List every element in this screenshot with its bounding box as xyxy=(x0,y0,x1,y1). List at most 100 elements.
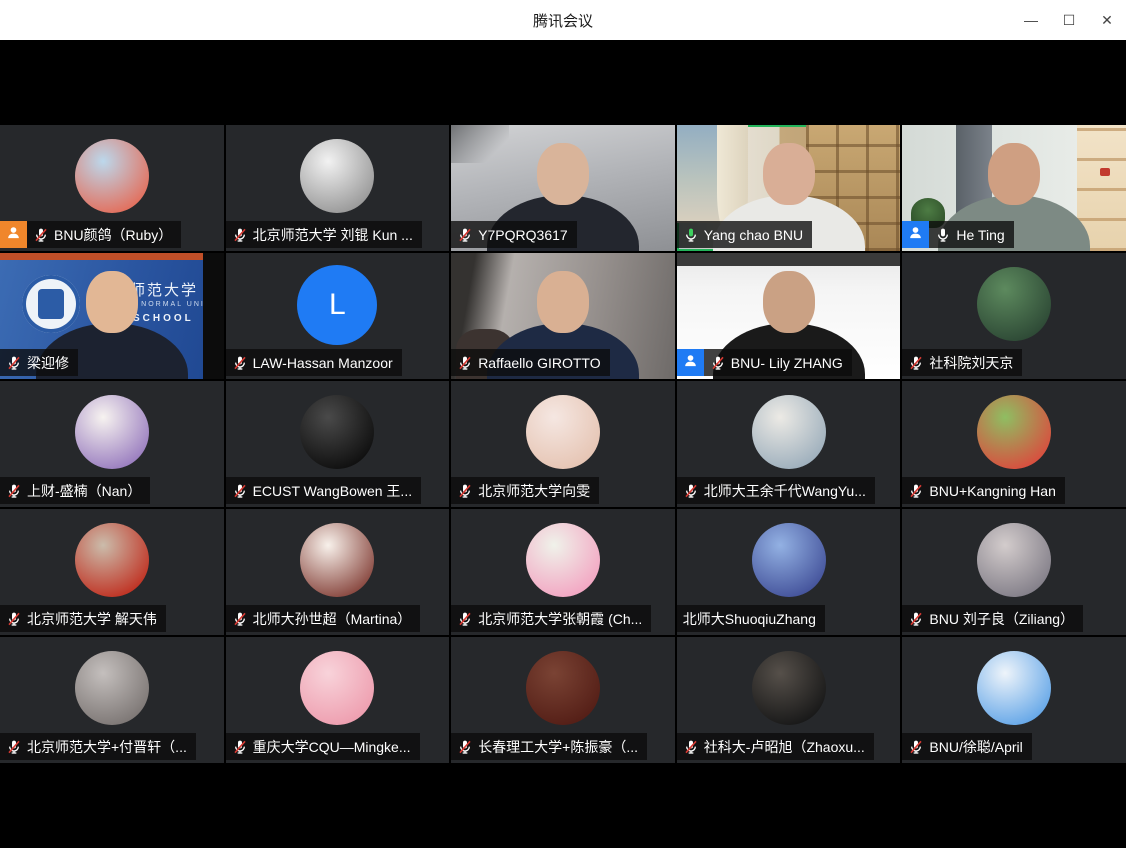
mic-on-icon xyxy=(935,227,951,243)
minimize-button[interactable]: — xyxy=(1012,0,1050,40)
mic-muted-icon xyxy=(457,227,473,243)
participant-avatar xyxy=(977,395,1051,469)
participant-tile[interactable]: BNU/徐聪/April xyxy=(902,637,1126,763)
participant-tile[interactable]: BNU 刘子良（Ziliang） xyxy=(902,509,1126,635)
participant-tile[interactable]: Y7PQRQ3617 xyxy=(451,125,675,251)
participant-tile[interactable]: Raffaello GIROTTO xyxy=(451,253,675,379)
participant-avatar xyxy=(977,523,1051,597)
participant-name: Raffaello GIROTTO xyxy=(478,355,600,371)
window-controls: — ☐ ✕ xyxy=(1012,0,1126,40)
mic-muted-icon xyxy=(683,739,699,755)
maximize-button[interactable]: ☐ xyxy=(1050,0,1088,40)
participant-tile[interactable]: BNU+Kangning Han xyxy=(902,381,1126,507)
participant-label-bar: BNU颜鸽（Ruby） xyxy=(0,221,181,248)
participant-nameplate: 北京师范大学向雯 xyxy=(451,477,599,504)
participant-avatar xyxy=(75,139,149,213)
university-logo xyxy=(22,275,80,333)
participant-name: BNU- Lily ZHANG xyxy=(731,355,843,371)
mic-muted-icon xyxy=(457,739,473,755)
participant-tile[interactable]: 北师大ShuoqiuZhang xyxy=(677,509,901,635)
participant-label-bar: 长春理工大学+陈振豪（... xyxy=(451,733,647,760)
participant-label-bar: 北师大王余千代WangYu... xyxy=(677,477,875,504)
mic-muted-icon xyxy=(457,355,473,371)
window-title: 腾讯会议 xyxy=(533,10,593,31)
participant-nameplate: 社科大-卢昭旭（Zhaoxu... xyxy=(677,733,874,760)
participant-avatar xyxy=(300,651,374,725)
background-edge xyxy=(203,253,223,379)
participant-label-bar: 北京师范大学+付晋轩（... xyxy=(0,733,196,760)
participant-tile[interactable]: 上财-盛楠（Nan） xyxy=(0,381,224,507)
participant-tile[interactable]: 长春理工大学+陈振豪（... xyxy=(451,637,675,763)
mic-muted-icon xyxy=(232,483,248,499)
participant-avatar xyxy=(300,139,374,213)
mic-muted-icon xyxy=(457,611,473,627)
participant-label-bar: 北师大ShuoqiuZhang xyxy=(677,605,825,632)
title-bar: 腾讯会议 — ☐ ✕ xyxy=(0,0,1126,40)
participant-nameplate: 北京师范大学 刘锟 Kun ... xyxy=(226,221,422,248)
participant-nameplate: 长春理工大学+陈振豪（... xyxy=(451,733,647,760)
participant-avatar xyxy=(526,395,600,469)
participant-name: BNU+Kangning Han xyxy=(929,483,1055,499)
user-badge xyxy=(902,221,929,248)
participant-label-bar: Yang chao BNU xyxy=(677,221,812,248)
mic-muted-icon xyxy=(232,739,248,755)
participant-nameplate: 北师大孙世超（Martina） xyxy=(226,605,421,632)
participant-tile[interactable]: 北京师范大学 刘锟 Kun ... xyxy=(226,125,450,251)
participant-name: BNU 刘子良（Ziliang） xyxy=(929,609,1074,629)
participant-name: 北师大ShuoqiuZhang xyxy=(683,609,816,629)
mic-muted-icon xyxy=(683,483,699,499)
participant-label-bar: BNU- Lily ZHANG xyxy=(677,349,852,376)
participant-tile[interactable]: 北京师范大学+付晋轩（... xyxy=(0,637,224,763)
user-badge xyxy=(677,349,704,376)
video-feed-face xyxy=(763,143,815,205)
mic-muted-icon xyxy=(6,739,22,755)
participant-name: Y7PQRQ3617 xyxy=(478,227,568,243)
participant-tile[interactable]: 北师大孙世超（Martina） xyxy=(226,509,450,635)
participant-name: 北京师范大学 解天伟 xyxy=(27,609,157,629)
participant-tile[interactable]: BNU颜鸽（Ruby） xyxy=(0,125,224,251)
red-figurine xyxy=(1100,168,1110,176)
participant-nameplate: 北京师范大学+付晋轩（... xyxy=(0,733,196,760)
participant-tile[interactable]: 北京师范大学向雯 xyxy=(451,381,675,507)
participant-label-bar: 北京师范大学 解天伟 xyxy=(0,605,166,632)
participant-label-bar: BNU+Kangning Han xyxy=(902,477,1064,504)
participant-tile[interactable]: LLAW-Hassan Manzoor xyxy=(226,253,450,379)
participant-name: He Ting xyxy=(956,227,1004,243)
participant-tile[interactable]: 北京师范大学张朝霞 (Ch... xyxy=(451,509,675,635)
participant-avatar xyxy=(977,651,1051,725)
participant-nameplate: 北师大ShuoqiuZhang xyxy=(677,605,825,632)
participant-tile[interactable]: 北京师范大学 解天伟 xyxy=(0,509,224,635)
participant-grid: BNU颜鸽（Ruby） 北京师范大学 刘锟 Kun ... Y7PQRQ3617 Ya… xyxy=(0,125,1126,763)
participant-nameplate: ECUST WangBowen 王... xyxy=(226,477,422,504)
mic-muted-icon xyxy=(710,355,726,371)
participant-nameplate: Raffaello GIROTTO xyxy=(451,349,609,376)
close-button[interactable]: ✕ xyxy=(1088,0,1126,40)
participant-nameplate: 重庆大学CQU—Mingke... xyxy=(226,733,420,760)
participant-avatar xyxy=(75,523,149,597)
participant-label-bar: 上财-盛楠（Nan） xyxy=(0,477,150,504)
participant-avatar xyxy=(752,651,826,725)
participant-tile[interactable]: He Ting xyxy=(902,125,1126,251)
participant-tile[interactable]: 社科院刘天京 xyxy=(902,253,1126,379)
participant-nameplate: He Ting xyxy=(929,221,1013,248)
participant-tile[interactable]: Yang chao BNU xyxy=(677,125,901,251)
participant-initial-avatar: L xyxy=(297,265,377,345)
participant-label-bar: Raffaello GIROTTO xyxy=(451,349,609,376)
participant-nameplate: BNU颜鸽（Ruby） xyxy=(27,221,181,248)
host-badge xyxy=(0,221,27,248)
participant-tile[interactable]: 重庆大学CQU—Mingke... xyxy=(226,637,450,763)
mic-muted-icon xyxy=(232,611,248,627)
participant-tile[interactable]: 社科大-卢昭旭（Zhaoxu... xyxy=(677,637,901,763)
mic-muted-icon xyxy=(6,483,22,499)
participant-tile[interactable]: 北师大王余千代WangYu... xyxy=(677,381,901,507)
participant-tile[interactable]: BNU- Lily ZHANG xyxy=(677,253,901,379)
person-icon xyxy=(5,224,22,246)
participant-avatar xyxy=(977,267,1051,341)
participant-nameplate: 社科院刘天京 xyxy=(902,349,1022,376)
participant-tile[interactable]: ECUST WangBowen 王... xyxy=(226,381,450,507)
participant-label-bar: Y7PQRQ3617 xyxy=(451,221,577,248)
participant-tile[interactable]: 北京师范大学 法學院BEIJING NORMAL UNIVERSITYLAW S… xyxy=(0,253,224,379)
participant-name: 梁迎修 xyxy=(27,353,69,373)
ceiling-strip xyxy=(677,253,901,266)
video-feed-face xyxy=(537,143,589,205)
